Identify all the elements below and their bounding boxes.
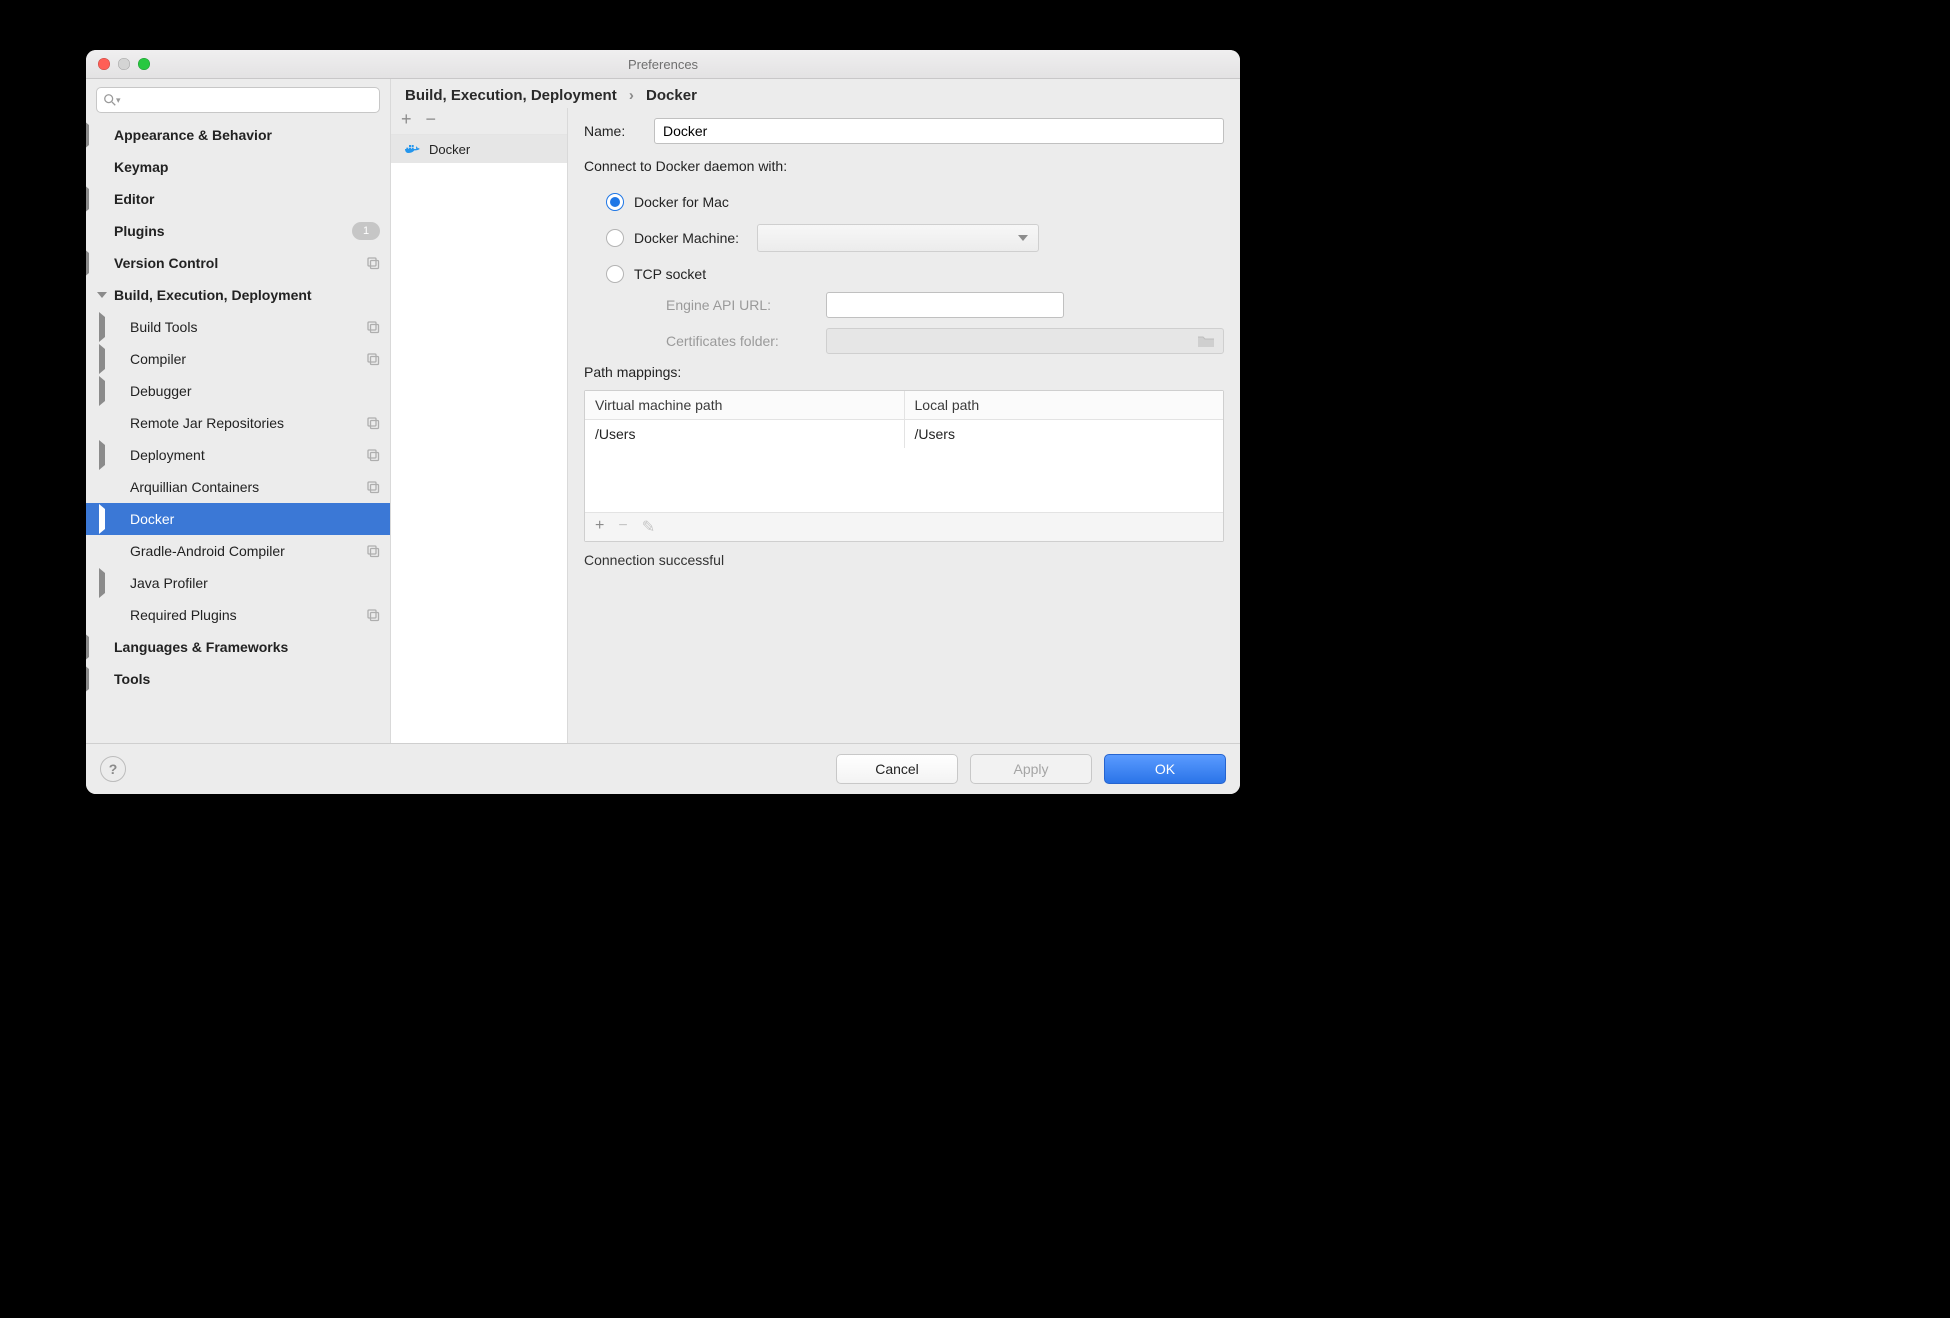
tree-gradle-android[interactable]: Gradle-Android Compiler — [86, 535, 390, 567]
project-scope-icon — [366, 480, 380, 494]
radio-docker-machine[interactable]: Docker Machine: — [606, 220, 1224, 256]
cancel-button[interactable]: Cancel — [836, 754, 958, 784]
window-zoom-button[interactable] — [138, 58, 150, 70]
project-scope-icon — [366, 544, 380, 558]
name-label: Name: — [584, 123, 654, 139]
tree-keymap[interactable]: Keymap — [86, 151, 390, 183]
engine-api-url-input — [826, 292, 1064, 318]
settings-tree: Appearance & Behavior Keymap Editor Plug… — [86, 119, 390, 743]
project-scope-icon — [366, 416, 380, 430]
apply-button: Apply — [970, 754, 1092, 784]
dialog-footer: ? Cancel Apply OK — [86, 743, 1240, 794]
radio-docker-for-mac[interactable]: Docker for Mac — [606, 184, 1224, 220]
breadcrumb-part-1[interactable]: Build, Execution, Deployment — [405, 87, 617, 104]
tree-arquillian[interactable]: Arquillian Containers — [86, 471, 390, 503]
tree-tools[interactable]: Tools — [86, 663, 390, 695]
settings-search[interactable]: ▾ — [96, 87, 380, 113]
docker-settings-form: Name: Connect to Docker daemon with: Doc… — [568, 108, 1240, 743]
tree-remote-jar[interactable]: Remote Jar Repositories — [86, 407, 390, 439]
window-close-button[interactable] — [98, 58, 110, 70]
server-list-item-label: Docker — [429, 142, 470, 157]
tree-editor[interactable]: Editor — [86, 183, 390, 215]
servers-toolbar: + − — [391, 108, 567, 135]
project-scope-icon — [366, 320, 380, 334]
tree-plugins[interactable]: Plugins 1 — [86, 215, 390, 247]
connect-label: Connect to Docker daemon with: — [584, 158, 1224, 174]
tree-build-execution-deployment[interactable]: Build, Execution, Deployment — [86, 279, 390, 311]
engine-api-url-label: Engine API URL: — [666, 297, 826, 313]
breadcrumb: Build, Execution, Deployment › Docker — [391, 79, 1240, 108]
breadcrumb-sep-icon: › — [621, 87, 642, 104]
tree-build-tools[interactable]: Build Tools — [86, 311, 390, 343]
plugins-update-badge: 1 — [352, 222, 380, 240]
help-button[interactable]: ? — [100, 756, 126, 782]
breadcrumb-part-2: Docker — [646, 87, 697, 104]
path-mappings-toolbar: + − ✎ — [585, 512, 1223, 541]
tree-debugger[interactable]: Debugger — [86, 375, 390, 407]
radio-icon — [606, 265, 624, 283]
chevron-down-icon: ▾ — [116, 95, 121, 106]
tree-compiler[interactable]: Compiler — [86, 343, 390, 375]
docker-machine-combo[interactable] — [757, 224, 1039, 252]
col-header-local[interactable]: Local path — [905, 391, 1224, 419]
project-scope-icon — [366, 352, 380, 366]
radio-icon — [606, 229, 624, 247]
window-minimize-button — [118, 58, 130, 70]
radio-tcp-socket[interactable]: TCP socket — [606, 256, 1224, 292]
add-mapping-button[interactable]: + — [595, 517, 604, 537]
path-mappings-table: Virtual machine path Local path /Users /… — [584, 390, 1224, 542]
tree-version-control[interactable]: Version Control — [86, 247, 390, 279]
remove-server-button[interactable]: − — [426, 110, 437, 128]
cell-local-path: /Users — [905, 420, 1224, 448]
settings-search-input[interactable] — [123, 92, 373, 109]
certs-folder-label: Certificates folder: — [666, 333, 826, 349]
edit-mapping-button[interactable]: ✎ — [642, 517, 655, 537]
radio-icon — [606, 193, 624, 211]
tree-languages-frameworks[interactable]: Languages & Frameworks — [86, 631, 390, 663]
project-scope-icon — [366, 448, 380, 462]
settings-sidebar: ▾ Appearance & Behavior Keymap — [86, 79, 391, 743]
search-icon — [103, 93, 117, 107]
tree-appearance-behavior[interactable]: Appearance & Behavior — [86, 119, 390, 151]
tree-java-profiler[interactable]: Java Profiler — [86, 567, 390, 599]
col-header-vm[interactable]: Virtual machine path — [585, 391, 905, 419]
tree-deployment[interactable]: Deployment — [86, 439, 390, 471]
path-mappings-label: Path mappings: — [584, 364, 1224, 380]
project-scope-icon — [366, 256, 380, 270]
connection-status: Connection successful — [584, 552, 1224, 568]
preferences-window: Preferences ▾ — [86, 50, 1240, 794]
tree-docker[interactable]: Docker — [86, 503, 390, 535]
name-input[interactable] — [654, 118, 1224, 144]
tree-required-plugins[interactable]: Required Plugins — [86, 599, 390, 631]
ok-button[interactable]: OK — [1104, 754, 1226, 784]
server-list-item-docker[interactable]: Docker — [391, 135, 567, 163]
table-row[interactable]: /Users /Users — [585, 420, 1223, 449]
remove-mapping-button[interactable]: − — [618, 517, 627, 537]
add-server-button[interactable]: + — [401, 110, 412, 128]
window-title: Preferences — [86, 57, 1240, 72]
project-scope-icon — [366, 608, 380, 622]
docker-icon — [405, 142, 421, 156]
cell-vm-path: /Users — [585, 420, 905, 448]
certs-folder-input — [826, 328, 1224, 354]
docker-servers-panel: + − — [391, 108, 568, 743]
titlebar: Preferences — [86, 50, 1240, 79]
folder-icon — [1197, 334, 1215, 348]
